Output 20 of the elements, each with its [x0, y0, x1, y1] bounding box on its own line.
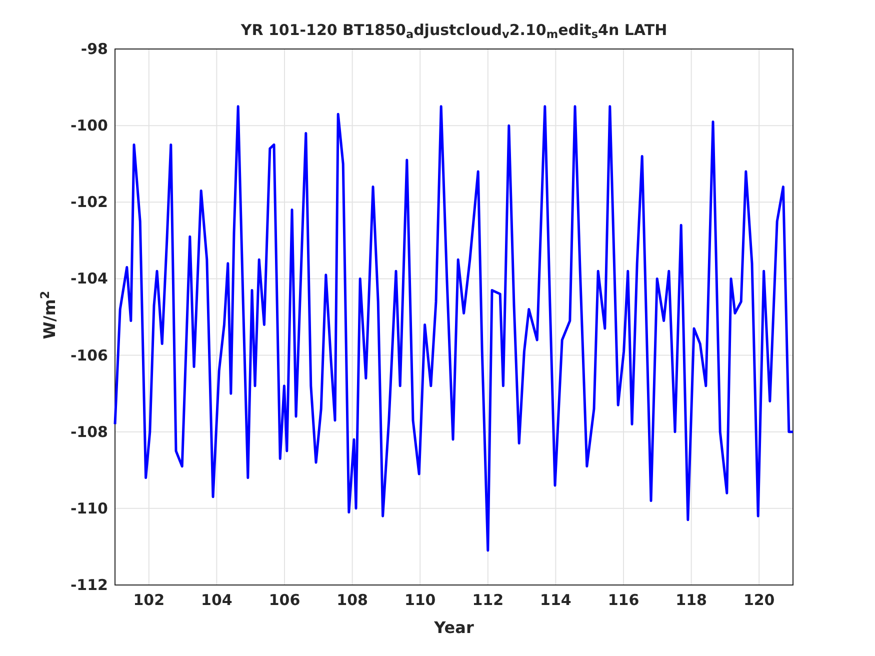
- tick-label: 106: [268, 591, 300, 609]
- tick-label: -102: [70, 193, 108, 212]
- tick-label: -100: [70, 116, 108, 135]
- tick-label: 110: [404, 591, 436, 609]
- tick-label: 112: [472, 591, 504, 609]
- tick-label: 102: [133, 591, 165, 609]
- x-axis-label: Year: [434, 618, 474, 637]
- tick-label: 108: [336, 591, 368, 609]
- tick-label: -98: [80, 40, 108, 58]
- tick-label: 104: [201, 591, 232, 609]
- tick-label: 120: [743, 591, 775, 609]
- tick-label: -104: [70, 270, 108, 288]
- tick-label: 114: [540, 591, 572, 609]
- tick-label: -112: [70, 576, 108, 594]
- tick-label: 116: [608, 591, 640, 609]
- tick-label: -110: [70, 499, 108, 518]
- chart-title: YR 101-120 BT1850$_{a}$djustcloud$_{v}$2.10$_{m}$edit$_{s}$4n LATH: [240, 20, 668, 40]
- tick-label: -106: [70, 346, 108, 364]
- tick-label: -108: [70, 422, 108, 441]
- tick-label: 118: [676, 591, 707, 609]
